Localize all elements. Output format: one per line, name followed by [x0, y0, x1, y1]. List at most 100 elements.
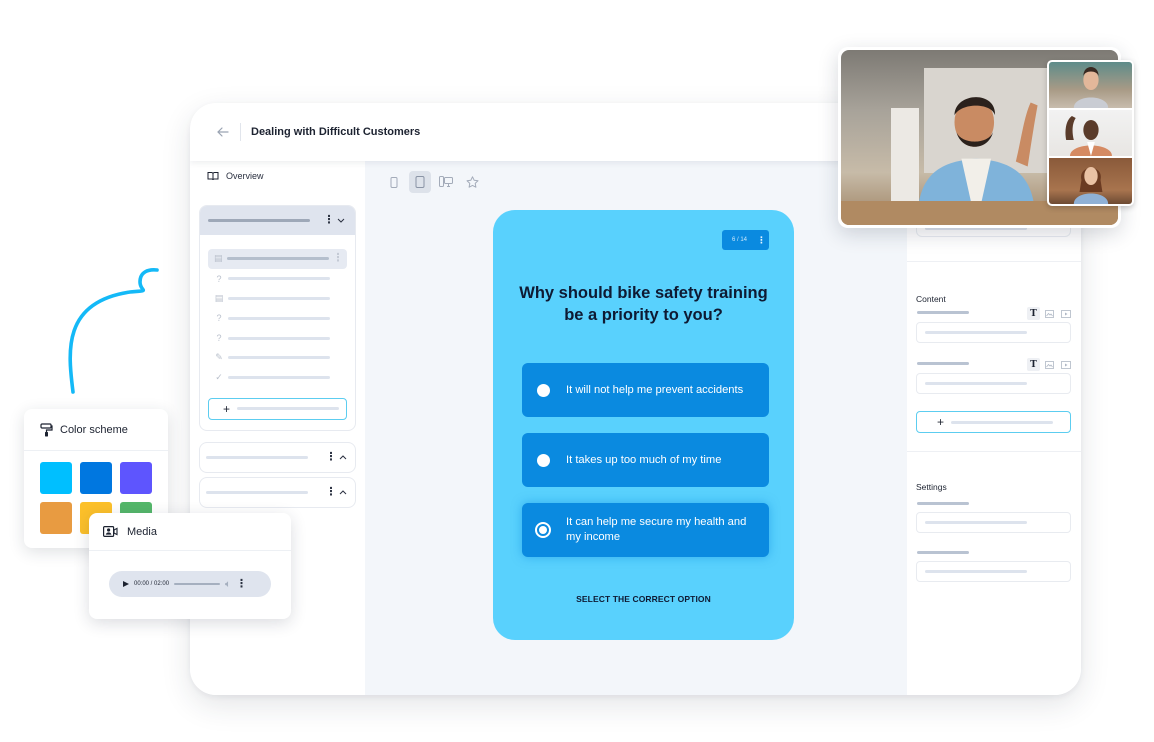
add-label-placeholder	[237, 407, 340, 411]
seek-bar[interactable]	[174, 583, 221, 585]
module-title-placeholder	[206, 491, 308, 494]
add-lesson-button[interactable]: +	[208, 397, 347, 420]
back-button[interactable]	[214, 123, 232, 141]
content-section-title: Content	[916, 294, 946, 304]
device-toggle-bar	[383, 171, 483, 193]
lesson-title-placeholder	[228, 356, 330, 360]
color-swatch[interactable]	[80, 462, 112, 494]
video-contact-icon	[103, 526, 118, 537]
chevron-down-icon[interactable]	[335, 215, 347, 227]
decorative-curl	[68, 268, 159, 394]
module-header[interactable]: ⋮	[200, 206, 355, 235]
more-options-icon[interactable]: ⋮	[325, 452, 337, 463]
module-title-placeholder	[206, 456, 308, 459]
field-placeholder	[925, 521, 1027, 524]
text-type-icon[interactable]: T	[1027, 307, 1040, 320]
content-field[interactable]	[916, 322, 1071, 343]
answer-label: It will not help me prevent accidents	[566, 383, 744, 396]
properties-panel: Content T T + Settings	[907, 161, 1081, 695]
more-options-icon[interactable]: ⋮	[333, 253, 344, 264]
field-placeholder	[925, 570, 1027, 573]
radio-icon[interactable]	[537, 383, 550, 397]
favorite-button[interactable]	[461, 171, 483, 193]
answer-option[interactable]: It will not help me prevent accidents	[522, 363, 769, 417]
settings-field[interactable]	[916, 561, 1071, 582]
media-card: Media 00:00 / 02:00 🔈︎ ⋮	[89, 513, 291, 619]
radio-icon[interactable]	[537, 453, 550, 467]
lesson-title-placeholder	[226, 257, 329, 261]
more-options-icon[interactable]: ⋮	[325, 487, 337, 498]
lesson-title-placeholder	[228, 277, 330, 281]
play-icon[interactable]	[123, 581, 129, 587]
module-title-placeholder	[208, 219, 310, 222]
answer-option[interactable]: It can help me secure my health and my i…	[522, 503, 769, 557]
tablet-view-button[interactable]	[409, 171, 431, 193]
lesson-list: ▤ ⋮? ▤?? ✎ ✓	[200, 235, 355, 388]
chevron-up-icon[interactable]	[337, 452, 349, 464]
divider	[907, 451, 1081, 452]
document-icon: ▤	[214, 253, 223, 264]
lesson-item[interactable]: ▤ ⋮	[208, 249, 347, 269]
color-scheme-title: Color scheme	[60, 423, 128, 436]
lesson-title-placeholder	[228, 296, 330, 300]
settings-field[interactable]	[916, 512, 1071, 533]
color-swatch[interactable]	[120, 462, 152, 494]
lesson-item[interactable]: ?	[208, 328, 347, 348]
participant-thumbnail[interactable]	[1049, 110, 1132, 156]
participant-thumbnail[interactable]	[1049, 158, 1132, 204]
lesson-item[interactable]: ?	[208, 269, 347, 289]
question-counter: 6 / 14 ⋮	[721, 230, 769, 250]
more-options-icon[interactable]: ⋮	[323, 215, 335, 226]
radio-selected-icon[interactable]	[535, 522, 551, 538]
check-circle-icon: ✓	[215, 372, 223, 383]
image-type-icon[interactable]	[1043, 307, 1056, 320]
module-collapsed[interactable]: ⋮	[199, 477, 356, 508]
counter-text: 6 / 14	[731, 237, 747, 243]
desktop-icon	[439, 176, 453, 187]
question-icon: ?	[216, 333, 222, 344]
course-title: Dealing with Difficult Customers	[251, 126, 421, 138]
field-label-placeholder	[917, 551, 969, 554]
module-collapsed[interactable]: ⋮	[199, 442, 356, 473]
more-options-icon[interactable]: ⋮	[236, 578, 247, 590]
pencil-icon: ✎	[215, 352, 223, 363]
color-swatch[interactable]	[40, 502, 72, 534]
field-placeholder	[925, 382, 1027, 385]
image-type-icon[interactable]	[1043, 358, 1056, 371]
overview-label: Overview	[226, 171, 264, 181]
color-swatch[interactable]	[40, 462, 72, 494]
answer-option[interactable]: It takes up too much of my time	[522, 433, 769, 487]
lesson-title-placeholder	[228, 316, 330, 320]
audio-player: 00:00 / 02:00 🔈︎ ⋮	[109, 571, 271, 597]
participant-thumbnail[interactable]	[1049, 62, 1132, 108]
more-options-icon[interactable]: ⋮	[757, 235, 766, 245]
question-icon: ?	[216, 313, 222, 324]
field-label-placeholder	[917, 311, 969, 314]
field-label-placeholder	[917, 502, 969, 505]
video-type-icon[interactable]	[1059, 358, 1072, 371]
lesson-item[interactable]: ✓	[208, 368, 347, 388]
answer-label: It takes up too much of my time	[566, 453, 722, 466]
chevron-up-icon[interactable]	[337, 487, 349, 499]
lesson-title-placeholder	[228, 376, 330, 380]
overview-link[interactable]: Overview	[207, 171, 264, 181]
star-icon	[466, 176, 478, 188]
lesson-item[interactable]: ?	[208, 308, 347, 328]
divider	[240, 123, 241, 141]
arrow-left-icon	[217, 127, 229, 137]
text-type-icon[interactable]: T	[1027, 358, 1040, 371]
volume-icon[interactable]: 🔈︎	[225, 579, 231, 590]
content-field[interactable]	[916, 373, 1071, 394]
answer-label: It can help me secure my health and my i…	[566, 516, 747, 543]
mobile-view-button[interactable]	[383, 171, 405, 193]
instruction-text: SELECT THE CORRECT OPTION	[576, 594, 711, 604]
video-type-icon[interactable]	[1059, 307, 1072, 320]
content-type-toggle: T	[1027, 307, 1072, 320]
lesson-item[interactable]: ✎	[208, 348, 347, 368]
lesson-item[interactable]: ▤	[208, 289, 347, 309]
desktop-view-button[interactable]	[435, 171, 457, 193]
add-label-placeholder	[951, 420, 1054, 424]
mobile-icon	[390, 176, 398, 188]
add-content-button[interactable]: +	[916, 411, 1071, 433]
tablet-icon	[415, 176, 425, 188]
